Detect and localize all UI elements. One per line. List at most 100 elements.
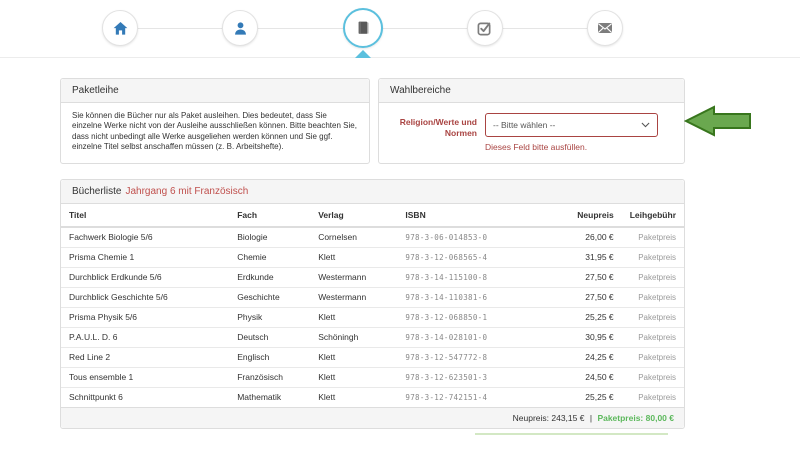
cell-fach: Erdkunde: [229, 267, 310, 287]
table-row: Prisma Chemie 1ChemieKlett978-3-12-06856…: [61, 247, 684, 267]
cell-fach: Französisch: [229, 367, 310, 387]
cell-isbn: 978-3-12-623501-3: [397, 367, 559, 387]
cell-isbn: 978-3-12-068850-1: [397, 307, 559, 327]
envelope-icon: [597, 20, 613, 36]
cell-titel: Schnittpunkt 6: [61, 387, 229, 407]
cell-fach: Biologie: [229, 227, 310, 248]
cell-verlag: Schöningh: [310, 327, 397, 347]
green-arrow-pointer-icon: [684, 104, 752, 138]
cell-fach: Deutsch: [229, 327, 310, 347]
religion-select[interactable]: -- Bitte wählen --: [485, 113, 658, 137]
wahlbereiche-title: Wahlbereiche: [379, 79, 684, 103]
cell-leihgebuehr: Paketpreis: [622, 227, 684, 248]
paketpreis-total: Paketpreis: 80,00 €: [597, 413, 674, 423]
column-header-isbn: ISBN: [397, 204, 559, 227]
column-header-titel: Titel: [61, 204, 229, 227]
cell-leihgebuehr: Paketpreis: [622, 287, 684, 307]
buecherliste-subtitle: Jahrgang 6 mit Französisch: [125, 186, 248, 197]
truncated-panel-top-border: [475, 433, 668, 435]
wahlbereiche-panel: Wahlbereiche Religion/Werte und Normen -…: [378, 78, 685, 164]
cell-isbn: 978-3-12-068565-4: [397, 247, 559, 267]
step-home[interactable]: [102, 10, 138, 46]
neupreis-total: Neupreis: 243,15 €: [513, 413, 585, 423]
paketleihe-panel: Paketleihe Sie können die Bücher nur als…: [60, 78, 370, 164]
cell-fach: Chemie: [229, 247, 310, 267]
cell-leihgebuehr: Paketpreis: [622, 387, 684, 407]
column-header-verlag: Verlag: [310, 204, 397, 227]
header-divider: [0, 57, 800, 58]
footer-separator: |: [590, 413, 592, 423]
buecherliste-heading: Bücherliste Jahrgang 6 mit Französisch: [61, 180, 684, 204]
table-row: Red Line 2EnglischKlett978-3-12-547772-8…: [61, 347, 684, 367]
book-icon: [355, 20, 371, 36]
cell-leihgebuehr: Paketpreis: [622, 367, 684, 387]
cell-neupreis: 30,95 €: [559, 327, 621, 347]
cell-neupreis: 27,50 €: [559, 267, 621, 287]
cell-verlag: Klett: [310, 347, 397, 367]
user-icon: [233, 21, 248, 36]
cell-neupreis: 24,25 €: [559, 347, 621, 367]
cell-titel: Durchblick Erdkunde 5/6: [61, 267, 229, 287]
cell-leihgebuehr: Paketpreis: [622, 327, 684, 347]
table-row: Durchblick Geschichte 5/6GeschichteWeste…: [61, 287, 684, 307]
cell-verlag: Klett: [310, 387, 397, 407]
table-row: P.A.U.L. D. 6DeutschSchöningh978-3-14-02…: [61, 327, 684, 347]
table-row: Tous ensemble 1FranzösischKlett978-3-12-…: [61, 367, 684, 387]
cell-fach: Physik: [229, 307, 310, 327]
active-step-caret-icon: [355, 50, 371, 58]
cell-isbn: 978-3-12-547772-8: [397, 347, 559, 367]
cell-neupreis: 26,00 €: [559, 227, 621, 248]
cell-verlag: Klett: [310, 307, 397, 327]
column-header-leihgebuehr: Leihgebühr: [622, 204, 684, 227]
cell-fach: Mathematik: [229, 387, 310, 407]
home-icon: [113, 21, 128, 36]
cell-leihgebuehr: Paketpreis: [622, 307, 684, 327]
cell-titel: P.A.U.L. D. 6: [61, 327, 229, 347]
cell-leihgebuehr: Paketpreis: [622, 247, 684, 267]
cell-verlag: Cornelsen: [310, 227, 397, 248]
book-table-body: Fachwerk Biologie 5/6BiologieCornelsen97…: [61, 227, 684, 407]
cell-neupreis: 25,25 €: [559, 307, 621, 327]
step-books[interactable]: [343, 8, 383, 48]
table-header-row: Titel Fach Verlag ISBN Neupreis Leihgebü…: [61, 204, 684, 227]
book-table: Titel Fach Verlag ISBN Neupreis Leihgebü…: [61, 204, 684, 407]
religion-select-value: -- Bitte wählen --: [493, 120, 555, 130]
progress-stepper: [102, 6, 623, 50]
cell-neupreis: 24,50 €: [559, 367, 621, 387]
cell-verlag: Klett: [310, 367, 397, 387]
step-confirm[interactable]: [467, 10, 503, 46]
cell-titel: Prisma Chemie 1: [61, 247, 229, 267]
column-header-neupreis: Neupreis: [559, 204, 621, 227]
price-summary-footer: Neupreis: 243,15 € | Paketpreis: 80,00 €: [61, 407, 684, 428]
buecherliste-title: Bücherliste: [72, 186, 121, 197]
step-user[interactable]: [222, 10, 258, 46]
cell-titel: Durchblick Geschichte 5/6: [61, 287, 229, 307]
table-row: Schnittpunkt 6MathematikKlett978-3-12-74…: [61, 387, 684, 407]
buecherliste-panel: Bücherliste Jahrgang 6 mit Französisch Ti…: [60, 179, 685, 429]
cell-isbn: 978-3-14-115100-8: [397, 267, 559, 287]
cell-isbn: 978-3-06-014853-0: [397, 227, 559, 248]
paketleihe-text: Sie können die Bücher nur als Paket ausl…: [61, 103, 369, 163]
cell-leihgebuehr: Paketpreis: [622, 267, 684, 287]
check-square-icon: [477, 21, 492, 36]
paketleihe-title: Paketleihe: [61, 79, 369, 103]
cell-titel: Fachwerk Biologie 5/6: [61, 227, 229, 248]
cell-titel: Tous ensemble 1: [61, 367, 229, 387]
religion-select-label: Religion/Werte und Normen: [389, 113, 477, 152]
cell-isbn: 978-3-14-028101-0: [397, 327, 559, 347]
cell-verlag: Klett: [310, 247, 397, 267]
validation-error-text: Dieses Feld bitte ausfüllen.: [485, 142, 658, 152]
cell-neupreis: 27,50 €: [559, 287, 621, 307]
cell-verlag: Westermann: [310, 287, 397, 307]
cell-neupreis: 25,25 €: [559, 387, 621, 407]
cell-titel: Red Line 2: [61, 347, 229, 367]
chevron-down-icon: [641, 122, 650, 128]
cell-isbn: 978-3-12-742151-4: [397, 387, 559, 407]
cell-leihgebuehr: Paketpreis: [622, 347, 684, 367]
table-row: Fachwerk Biologie 5/6BiologieCornelsen97…: [61, 227, 684, 248]
cell-neupreis: 31,95 €: [559, 247, 621, 267]
cell-fach: Geschichte: [229, 287, 310, 307]
step-mail[interactable]: [587, 10, 623, 46]
column-header-fach: Fach: [229, 204, 310, 227]
table-row: Prisma Physik 5/6PhysikKlett978-3-12-068…: [61, 307, 684, 327]
